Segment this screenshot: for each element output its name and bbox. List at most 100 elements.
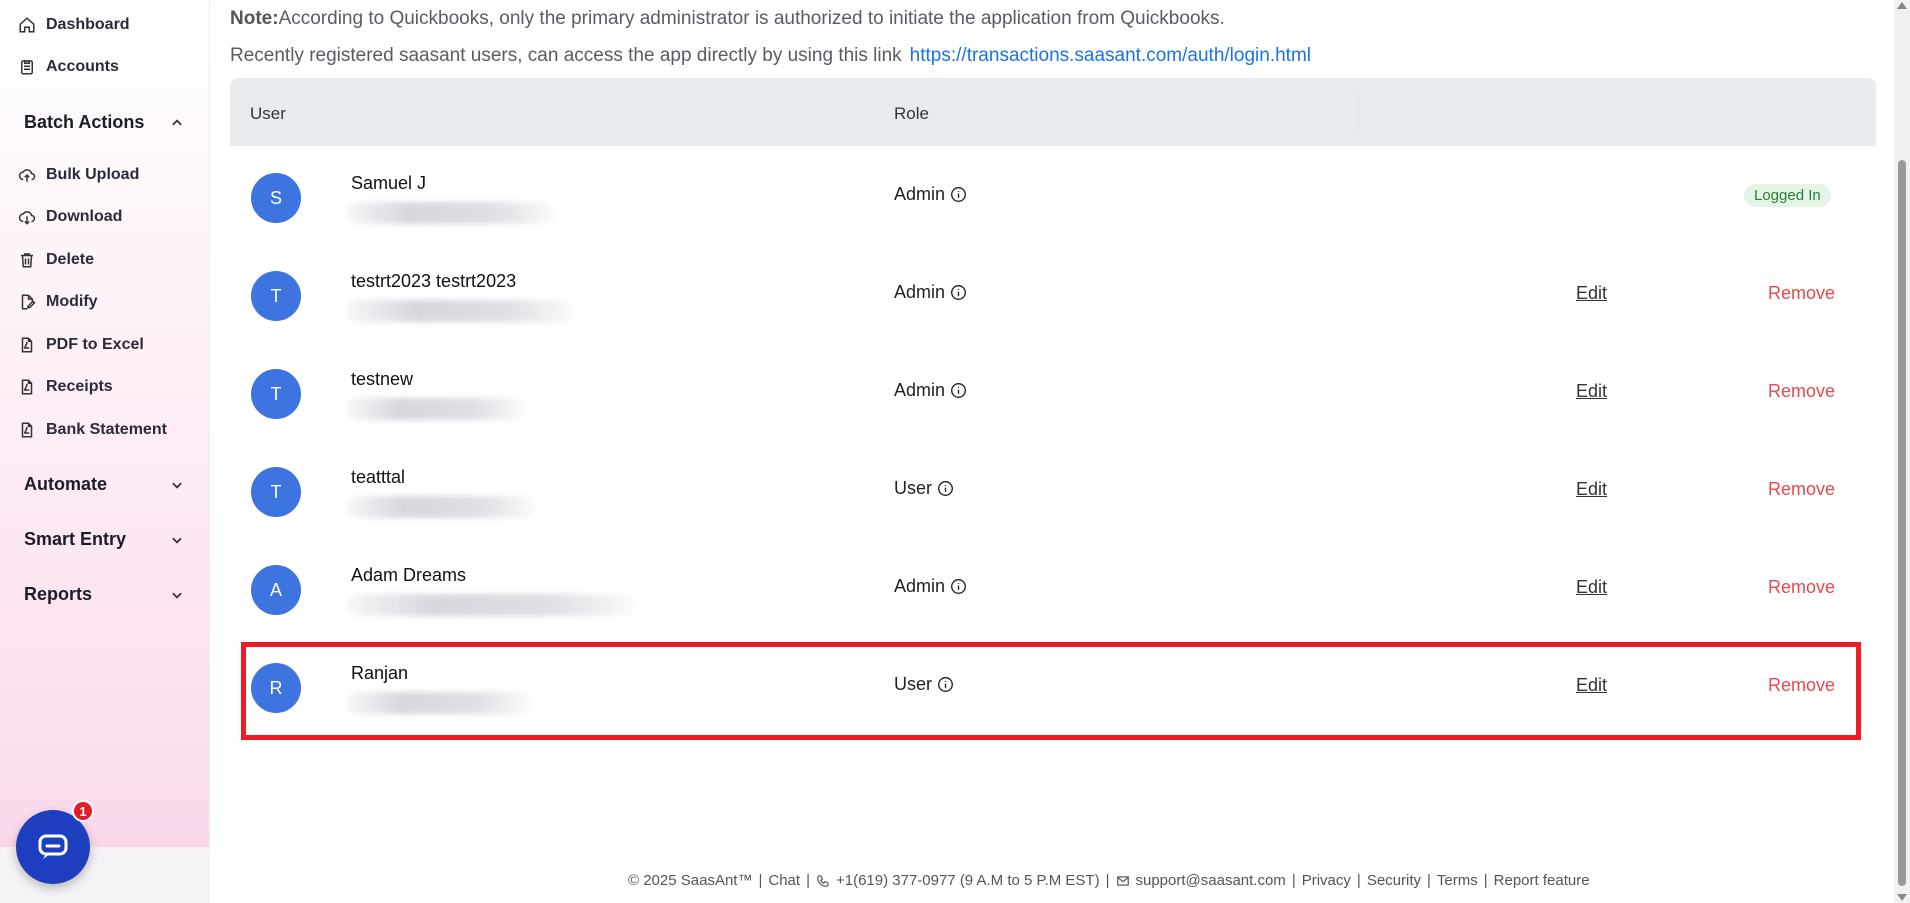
chat-notification-badge: 1 xyxy=(72,800,94,822)
role-label: User xyxy=(894,478,933,498)
info-icon[interactable] xyxy=(937,480,954,497)
sidebar-section-smart-entry[interactable]: Smart Entry xyxy=(24,529,184,550)
copyright: © 2025 SaasAnt™ xyxy=(628,872,753,889)
column-header-user: User xyxy=(250,104,286,123)
main-content: Note:According to Quickbooks, only the p… xyxy=(230,0,1880,903)
avatar: T xyxy=(251,271,301,321)
mail-icon xyxy=(1116,875,1129,886)
user-role: User xyxy=(894,478,954,499)
sidebar-item-label: Accounts xyxy=(46,58,119,75)
sidebar-item-delete[interactable]: Delete xyxy=(18,251,94,269)
chevron-up-icon xyxy=(172,118,182,125)
sidebar-item-label: Bank Statement xyxy=(46,421,167,438)
status-badge: Logged In xyxy=(1744,184,1831,207)
remove-user-button[interactable]: Remove xyxy=(1768,577,1835,598)
pdf-icon xyxy=(21,337,33,353)
table-row: T testrt2023 testrt2023 Admin Edit Remov… xyxy=(230,244,1876,342)
sidebar-item-accounts[interactable]: Accounts xyxy=(18,58,119,76)
sidebar-section-batch-actions[interactable]: Batch Actions xyxy=(24,112,184,133)
sidebar-item-bulk-upload[interactable]: Bulk Upload xyxy=(18,166,139,184)
chevron-down-icon xyxy=(172,537,182,544)
footer-email[interactable]: support@saasant.com xyxy=(1136,872,1286,889)
recent-users-note: Recently registered saasant users, can a… xyxy=(230,45,1311,67)
table-row: S Samuel J Admin Logged In xyxy=(230,146,1876,244)
footer-privacy-link[interactable]: Privacy xyxy=(1302,872,1351,889)
user-name: Adam Dreams xyxy=(351,565,467,585)
recent-text: Recently registered saasant users, can a… xyxy=(230,45,902,66)
sidebar-item-label: Dashboard xyxy=(46,16,130,33)
role-label: Admin xyxy=(894,282,946,302)
info-icon[interactable] xyxy=(950,578,967,595)
trash-icon xyxy=(21,253,33,268)
home-icon xyxy=(19,17,35,33)
page-footer: © 2025 SaasAnt™ | Chat | +1(619) 377-097… xyxy=(628,872,1590,889)
edit-user-button[interactable]: Edit xyxy=(1576,577,1607,598)
note-text: According to Quickbooks, only the primar… xyxy=(278,8,1225,29)
chat-icon xyxy=(38,834,68,859)
remove-user-button[interactable]: Remove xyxy=(1768,479,1835,500)
footer-separator: | xyxy=(1427,872,1431,889)
redacted-email xyxy=(346,398,526,420)
sidebar-item-label: Bulk Upload xyxy=(46,166,140,183)
edit-user-button[interactable]: Edit xyxy=(1576,479,1607,500)
clipboard-icon xyxy=(21,60,33,75)
edit-user-button[interactable]: Edit xyxy=(1576,381,1607,402)
footer-phone[interactable]: +1(619) 377-0977 (9 A.M to 5 P.M EST) xyxy=(836,872,1100,889)
user-name: Samuel J xyxy=(351,173,427,193)
edit-user-button[interactable]: Edit xyxy=(1576,283,1607,304)
table-row: A Adam Dreams Admin Edit Remove xyxy=(230,538,1876,636)
footer-separator: | xyxy=(806,872,810,889)
sidebar-section-automate[interactable]: Automate xyxy=(24,474,184,495)
edit-document-icon xyxy=(21,294,36,310)
redacted-email xyxy=(346,300,576,322)
footer-separator: | xyxy=(758,872,763,889)
sidebar-item-label: PDF to Excel xyxy=(46,336,144,353)
cloud-download-icon xyxy=(18,211,36,225)
avatar: S xyxy=(251,173,301,223)
footer-terms-link[interactable]: Terms xyxy=(1437,872,1478,889)
sidebar-item-receipts[interactable]: Receipts xyxy=(18,378,113,396)
avatar: T xyxy=(251,369,301,419)
vertical-scrollbar[interactable] xyxy=(1894,0,1910,903)
sidebar: Dashboard Accounts Batch Actions Bulk Up… xyxy=(0,0,210,903)
user-role: Admin xyxy=(894,576,967,597)
sidebar-item-modify[interactable]: Modify xyxy=(18,293,98,311)
footer-chat-link[interactable]: Chat xyxy=(768,872,800,889)
sidebar-item-label: Download xyxy=(46,208,123,225)
section-label: Reports xyxy=(24,584,93,604)
avatar: A xyxy=(251,565,301,615)
users-table: User Role S Samuel J Admin Logged In T t… xyxy=(230,78,1876,714)
user-name: testrt2023 testrt2023 xyxy=(351,271,517,291)
table-header: User Role xyxy=(230,78,1876,146)
sidebar-item-dashboard[interactable]: Dashboard xyxy=(18,16,130,34)
table-row: T testnew Admin Edit Remove xyxy=(230,342,1876,440)
redacted-email xyxy=(346,594,636,616)
login-link[interactable]: https://transactions.saasant.com/auth/lo… xyxy=(910,45,1311,66)
sidebar-item-pdf-to-excel[interactable]: PDF to Excel xyxy=(18,336,144,354)
column-header-role: Role xyxy=(894,104,929,123)
note-prefix: Note: xyxy=(230,8,279,29)
sidebar-item-label: Receipts xyxy=(46,378,113,395)
section-label: Smart Entry xyxy=(24,529,127,549)
cloud-upload-icon xyxy=(18,169,36,182)
info-icon[interactable] xyxy=(950,382,967,399)
footer-separator: | xyxy=(1105,872,1110,889)
info-icon[interactable] xyxy=(950,186,967,203)
scroll-down-arrow-icon[interactable] xyxy=(1897,894,1907,901)
table-row: T teatttal User Edit Remove xyxy=(230,440,1876,538)
footer-security-link[interactable]: Security xyxy=(1367,872,1421,889)
remove-user-button[interactable]: Remove xyxy=(1768,381,1835,402)
sidebar-item-bank-statement[interactable]: Bank Statement xyxy=(18,421,167,439)
footer-separator: | xyxy=(1356,872,1361,889)
remove-user-button[interactable]: Remove xyxy=(1768,283,1835,304)
column-divider xyxy=(1358,92,1359,132)
role-label: Admin xyxy=(894,380,946,400)
footer-separator: | xyxy=(1483,872,1488,889)
info-icon[interactable] xyxy=(950,284,967,301)
sidebar-item-download[interactable]: Download xyxy=(18,208,122,226)
sidebar-section-reports[interactable]: Reports xyxy=(24,584,184,605)
avatar: T xyxy=(251,467,301,517)
scrollbar-thumb[interactable] xyxy=(1898,160,1906,886)
footer-report-feature-link[interactable]: Report feature xyxy=(1494,872,1590,889)
scroll-up-arrow-icon[interactable] xyxy=(1897,2,1907,9)
